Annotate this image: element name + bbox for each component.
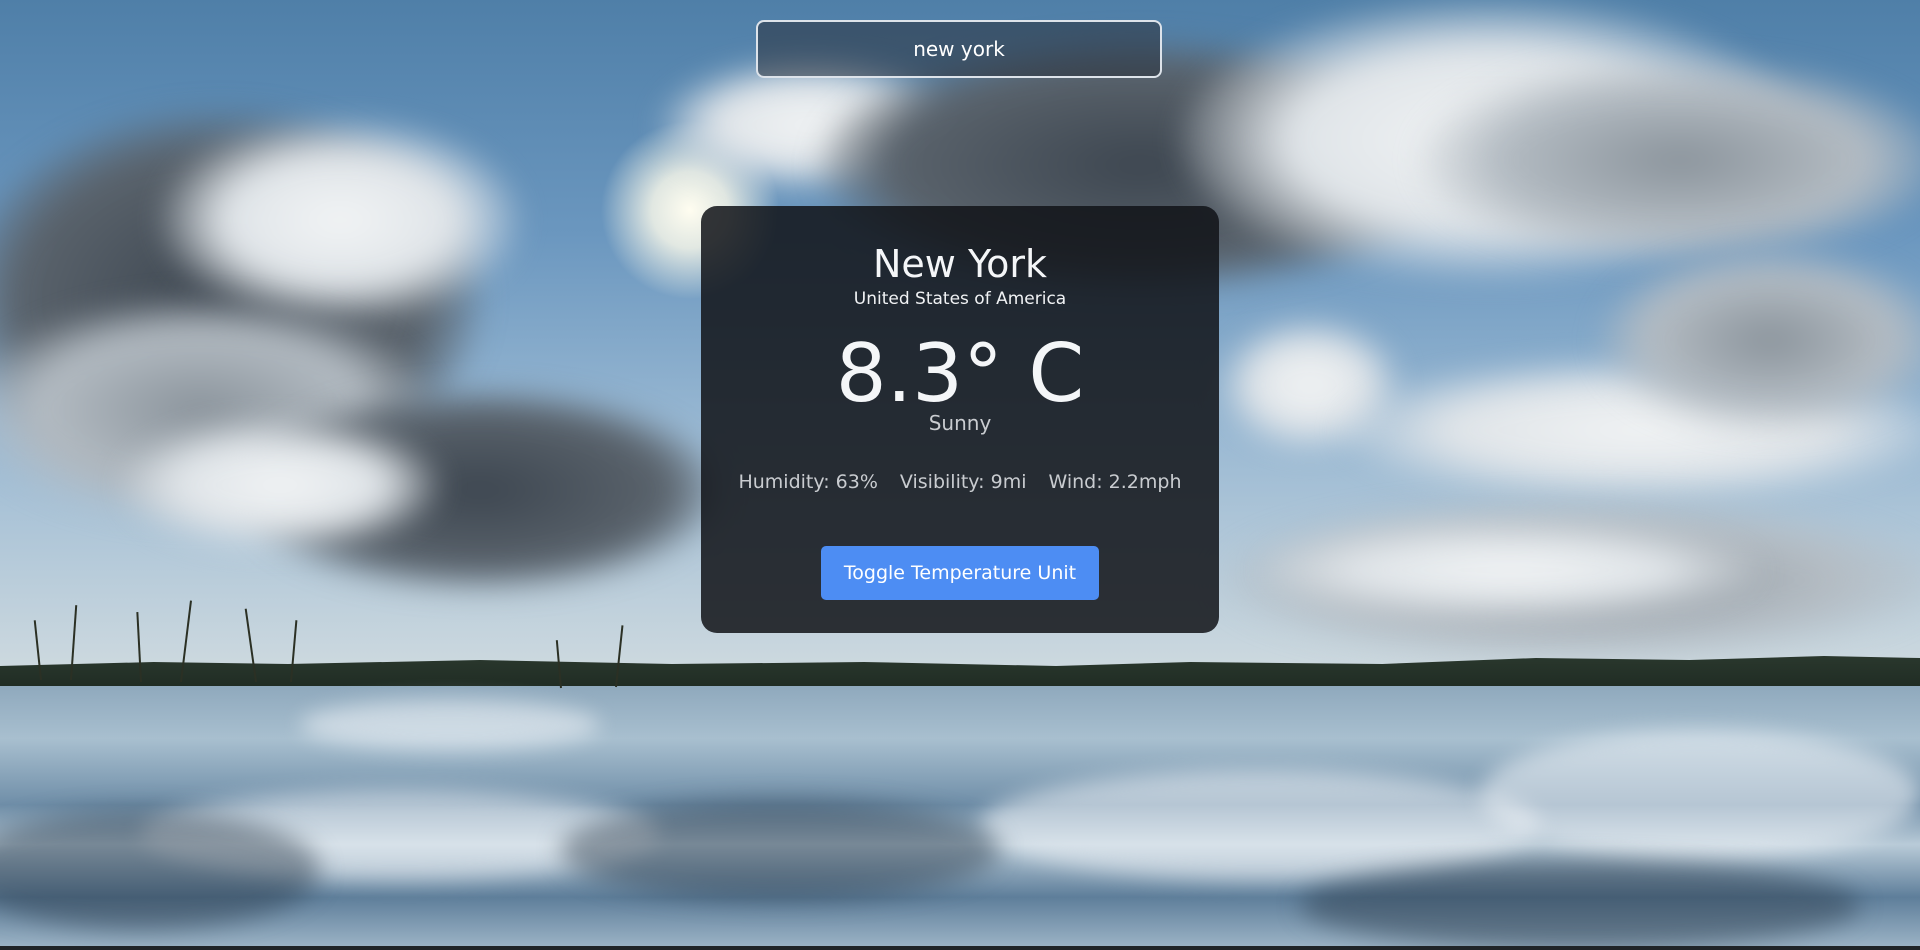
visibility-stat: Visibility: 9mi xyxy=(899,471,1027,493)
wind-stat: Wind: 2.2mph xyxy=(1048,471,1182,493)
cloud xyxy=(160,120,520,320)
cloud-reflection xyxy=(560,800,1000,900)
cloud xyxy=(120,420,440,550)
weather-app: New York United States of America 8.3° C… xyxy=(0,0,1920,950)
weather-card: New York United States of America 8.3° C… xyxy=(701,206,1219,633)
humidity-stat: Humidity: 63% xyxy=(738,471,878,493)
cloud xyxy=(1260,520,1760,620)
cloud xyxy=(1420,60,1920,260)
country-name: United States of America xyxy=(853,289,1067,309)
city-name: New York xyxy=(872,242,1047,286)
search-input[interactable] xyxy=(758,22,1160,76)
cloud-reflection xyxy=(1300,860,1860,950)
bottom-edge xyxy=(0,946,1920,950)
cloud-reflection xyxy=(1480,730,1920,860)
cloud-reflection xyxy=(300,700,600,750)
cloud-reflection xyxy=(980,770,1540,880)
weather-condition: Sunny xyxy=(928,411,992,435)
toggle-temperature-unit-button[interactable]: Toggle Temperature Unit xyxy=(821,546,1099,600)
weather-stats: Humidity: 63% Visibility: 9mi Wind: 2.2m… xyxy=(701,470,1219,494)
cloud xyxy=(1600,250,1920,430)
search-box xyxy=(756,20,1162,78)
temperature-value: 8.3° C xyxy=(835,327,1085,420)
